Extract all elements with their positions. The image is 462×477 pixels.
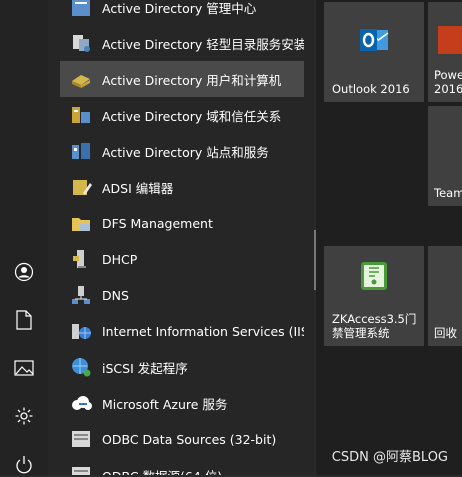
adsi-edit-icon <box>68 174 94 200</box>
tile-label: Outlook 2016 <box>332 82 410 96</box>
app-label: ODBC 数据源(64 位) <box>102 466 222 476</box>
ad-admin-center-icon <box>68 0 94 20</box>
list-item[interactable]: ODBC 数据源(64 位) <box>60 457 304 475</box>
list-item[interactable]: DHCP <box>60 241 304 277</box>
ad-lds-setup-icon <box>68 30 94 56</box>
app-label: Microsoft Azure 服务 <box>102 396 228 412</box>
app-label: DHCP <box>102 251 138 267</box>
dfs-management-icon <box>68 210 94 236</box>
app-label: Active Directory 管理中心 <box>102 0 257 16</box>
list-item[interactable]: Internet Information Services (IIS)... <box>60 313 304 349</box>
app-label: Internet Information Services (IIS)... <box>102 323 304 339</box>
tile-recycle[interactable]: 回收 <box>428 246 462 346</box>
app-label: Active Directory 轻型目录服务安装... <box>102 36 304 52</box>
tile-area: Outlook 2016 Powe 2016 Team ZKAccess3.5门… <box>316 0 462 475</box>
start-menu-rail <box>0 0 48 475</box>
azure-services-icon <box>68 390 94 416</box>
odbc-64-icon <box>68 462 94 475</box>
app-label: ADSI 编辑器 <box>102 180 174 196</box>
tile-zkaccess[interactable]: ZKAccess3.5门 禁管理系统 <box>324 246 424 346</box>
app-label: DNS <box>102 287 129 303</box>
dhcp-icon <box>68 246 94 272</box>
ad-sites-services-icon <box>68 138 94 164</box>
app-label: iSCSI 发起程序 <box>102 360 188 376</box>
pictures-icon[interactable] <box>12 356 36 380</box>
tile-label: ZKAccess3.5门 禁管理系统 <box>332 312 417 340</box>
odbc-32-icon <box>68 426 94 452</box>
zkaccess-icon <box>358 260 390 296</box>
tile-label: 回收 <box>434 326 457 340</box>
dns-icon <box>68 282 94 308</box>
tile-outlook[interactable]: Outlook 2016 <box>324 2 424 102</box>
powerpoint-icon <box>438 26 462 54</box>
ad-users-computers-icon <box>68 66 94 92</box>
tile-powerpoint[interactable]: Powe 2016 <box>428 2 462 102</box>
list-item[interactable]: Active Directory 域和信任关系 <box>60 97 304 133</box>
user-icon[interactable] <box>12 260 36 284</box>
app-list: Active Directory 管理中心 Active Directory 轻… <box>48 0 314 475</box>
list-item[interactable]: DFS Management <box>60 205 304 241</box>
watermark: CSDN @阿蔡BLOG <box>331 450 448 465</box>
outlook-icon <box>358 24 390 60</box>
list-item[interactable]: ODBC Data Sources (32-bit) <box>60 421 304 457</box>
iscsi-initiator-icon <box>68 354 94 380</box>
list-item[interactable]: iSCSI 发起程序 <box>60 349 304 385</box>
list-item[interactable]: Active Directory 用户和计算机 <box>60 61 304 97</box>
iis-manager-icon <box>68 318 94 344</box>
list-item[interactable]: Active Directory 管理中心 <box>60 0 304 25</box>
settings-icon[interactable] <box>12 404 36 428</box>
tile-teams[interactable]: Team <box>428 106 462 206</box>
tile-label: Powe 2016 <box>434 68 462 96</box>
power-icon[interactable] <box>12 453 36 477</box>
app-label: Active Directory 站点和服务 <box>102 144 269 160</box>
list-item[interactable]: DNS <box>60 277 304 313</box>
list-item[interactable]: ADSI 编辑器 <box>60 169 304 205</box>
document-icon[interactable] <box>12 308 36 332</box>
app-label: Active Directory 域和信任关系 <box>102 108 282 124</box>
list-item[interactable]: Active Directory 轻型目录服务安装... <box>60 25 304 61</box>
ad-domains-trusts-icon <box>68 102 94 128</box>
tile-label: Team <box>434 186 462 200</box>
list-item[interactable]: Active Directory 站点和服务 <box>60 133 304 169</box>
app-label: DFS Management <box>102 215 213 231</box>
app-label: ODBC Data Sources (32-bit) <box>102 431 277 447</box>
app-label: Active Directory 用户和计算机 <box>102 72 282 88</box>
list-item[interactable]: Microsoft Azure 服务 <box>60 385 304 421</box>
